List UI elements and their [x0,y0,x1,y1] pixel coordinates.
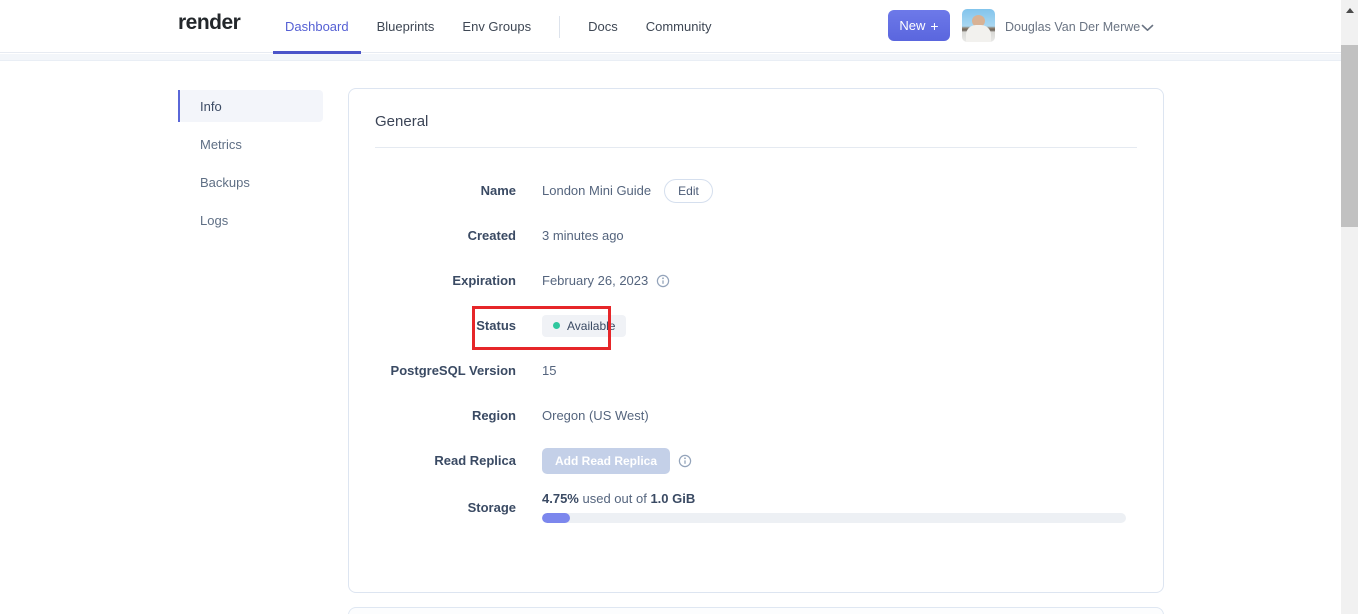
sidebar-item-info[interactable]: Info [178,90,323,122]
nav-env-groups[interactable]: Env Groups [462,0,531,53]
expiration-value: February 26, 2023 [542,273,649,288]
scrollbar-thumb[interactable] [1341,45,1358,227]
postgresql-version-label: PostgreSQL Version [390,363,516,378]
storage-total: 1.0 GiB [650,491,696,506]
region-value: Oregon (US West) [542,408,649,423]
sidebar-item-logs[interactable]: Logs [178,204,323,236]
user-name[interactable]: Douglas Van Der Merwe [1005,0,1140,53]
region-label: Region [471,408,516,423]
storage-progress-track [542,513,1126,523]
expiration-info-icon[interactable] [656,274,670,288]
expiration-label: Expiration [452,273,516,288]
row-postgresql-version: PostgreSQL Version 15 [349,348,1163,393]
created-value: 3 minutes ago [542,228,624,243]
row-region: Region Oregon (US West) [349,393,1163,438]
storage-label: Storage [467,500,516,515]
nav-community[interactable]: Community [646,0,712,53]
vertical-scrollbar[interactable] [1341,0,1358,614]
new-button[interactable]: New + [888,10,950,41]
row-expiration: Expiration February 26, 2023 [349,258,1163,303]
row-name: Name London Mini Guide Edit [349,168,1163,213]
info-rows: Name London Mini Guide Edit Created 3 mi… [349,148,1163,528]
chevron-down-icon[interactable] [1141,19,1154,37]
scrollbar-up-arrow[interactable] [1341,3,1358,17]
name-value: London Mini Guide [542,183,652,198]
storage-progress-fill [542,513,570,523]
name-label: Name [480,183,516,198]
service-sidebar: Info Metrics Backups Logs [178,90,323,242]
next-card-top-edge [348,607,1164,614]
card-title: General [375,113,429,130]
sidebar-item-backups[interactable]: Backups [178,166,323,198]
status-label: Status [476,318,516,333]
add-read-replica-button[interactable]: Add Read Replica [542,447,671,474]
subheader-strip [0,54,1341,61]
avatar-shirt [966,25,991,42]
status-badge-text: Available [567,318,616,333]
primary-nav: Dashboard Blueprints Env Groups Docs Com… [273,0,712,54]
nav-dashboard[interactable]: Dashboard [273,0,361,54]
general-info-card: General Name London Mini Guide Edit Crea… [348,88,1164,593]
plus-icon: + [930,17,939,34]
status-badge: Available [542,314,627,337]
row-read-replica: Read Replica Add Read Replica [349,438,1163,483]
render-dashboard-page: render Dashboard Blueprints Env Groups D… [0,0,1358,614]
status-green-dot-icon [553,322,560,329]
row-storage: Storage 4.75% used out of 1.0 GiB [349,483,1163,528]
row-status: Status Available [349,303,1163,348]
edit-name-button[interactable]: Edit [664,178,713,203]
storage-percent: 4.75% [542,491,579,506]
render-logo[interactable]: render [178,11,241,35]
nav-divider [559,15,561,38]
created-label: Created [467,228,516,243]
nav-docs[interactable]: Docs [588,0,618,53]
read-replica-label: Read Replica [434,453,516,468]
storage-middle-text: used out of [582,491,647,506]
postgresql-version-value: 15 [542,363,557,378]
row-created: Created 3 minutes ago [349,213,1163,258]
new-button-label: New [899,18,926,33]
sidebar-item-metrics[interactable]: Metrics [178,128,323,160]
user-avatar[interactable] [962,9,995,42]
nav-blueprints[interactable]: Blueprints [377,0,435,53]
read-replica-info-icon[interactable] [678,454,692,468]
storage-usage-text: 4.75% used out of 1.0 GiB [542,491,1126,506]
top-navbar: render Dashboard Blueprints Env Groups D… [0,0,1341,54]
